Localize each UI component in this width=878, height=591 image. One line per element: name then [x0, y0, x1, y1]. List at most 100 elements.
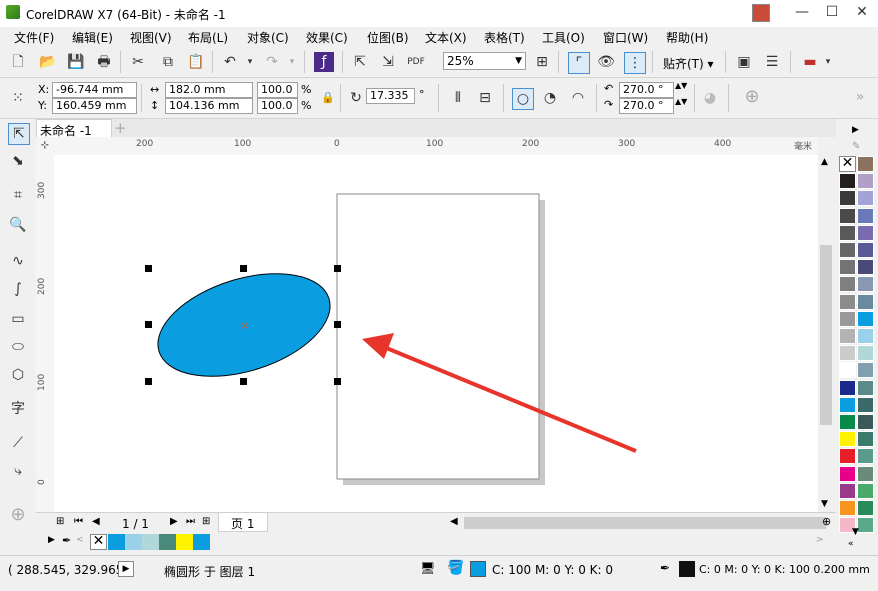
more-options-icon[interactable]: »: [850, 87, 870, 107]
direction-toggle-icon[interactable]: ◕: [700, 88, 720, 108]
menu-bitmaps[interactable]: 位图(B): [367, 29, 409, 46]
rotation-field[interactable]: 17.335: [366, 88, 415, 104]
new-document-icon[interactable]: 🗋: [8, 52, 28, 72]
show-rulers-icon[interactable]: 👁: [596, 52, 616, 72]
welcome-screen-icon[interactable]: ▣: [734, 52, 754, 72]
scroll-down-icon[interactable]: ▼: [821, 499, 828, 509]
palette-swatch[interactable]: [857, 224, 874, 241]
palette-swatch[interactable]: [857, 190, 874, 207]
search-content-icon[interactable]: ƒ: [314, 52, 334, 72]
document-tab[interactable]: 未命名 -1: [36, 119, 112, 138]
doc-palette-scroll-icon[interactable]: ▶: [48, 535, 55, 545]
palette-swatch[interactable]: [857, 276, 874, 293]
launcher-dropdown-icon[interactable]: ▾: [818, 52, 838, 72]
polygon-tool-icon[interactable]: ⬡: [8, 365, 28, 385]
connector-tool-icon[interactable]: ⤷: [8, 461, 28, 481]
menu-file[interactable]: 文件(F): [14, 29, 54, 46]
close-button[interactable]: ✕: [848, 0, 876, 25]
palette-swatch[interactable]: [857, 431, 874, 448]
zoom-to-page-icon[interactable]: ⊕: [822, 515, 831, 528]
zoom-options-icon[interactable]: ⊞: [532, 52, 552, 72]
palette-swatch[interactable]: [857, 259, 874, 276]
palette-expand-icon[interactable]: «: [848, 539, 854, 549]
options-icon[interactable]: ☰: [762, 52, 782, 72]
first-page-icon[interactable]: ⏮: [74, 516, 83, 527]
object-origin-icon[interactable]: ⁙: [8, 88, 28, 108]
last-page-icon[interactable]: ⏭: [186, 516, 195, 527]
eyedropper-icon[interactable]: ✎: [852, 141, 860, 152]
minimize-button[interactable]: —: [788, 0, 816, 25]
palette-swatch[interactable]: [839, 173, 856, 190]
add-document-icon[interactable]: +: [114, 119, 127, 137]
publish-pdf-icon[interactable]: PDF: [406, 52, 426, 72]
end-angle-spinner[interactable]: ▲▼: [675, 97, 687, 106]
show-grid-icon[interactable]: ⋮: [624, 52, 646, 74]
pie-mode-icon[interactable]: ◔: [540, 88, 560, 108]
ruler-corner[interactable]: ⊹: [36, 137, 54, 155]
status-expand-icon[interactable]: ▶: [118, 561, 134, 577]
end-angle-field[interactable]: 270.0 °: [619, 98, 674, 114]
palette-swatch[interactable]: [839, 448, 856, 465]
palette-swatch[interactable]: [839, 207, 856, 224]
palette-swatch[interactable]: [839, 310, 856, 327]
text-tool-icon[interactable]: 字: [8, 399, 28, 419]
doc-palette-swatch[interactable]: [108, 534, 125, 550]
width-field[interactable]: 182.0 mm: [165, 82, 253, 98]
palette-swatch[interactable]: [857, 328, 874, 344]
palette-swatch[interactable]: [857, 448, 874, 465]
palette-swatch[interactable]: [839, 431, 856, 448]
crop-tool-icon[interactable]: ⌗: [8, 185, 28, 205]
ellipse-mode-icon[interactable]: ○: [512, 88, 534, 110]
doc-palette-left-icon[interactable]: <: [76, 535, 84, 545]
palette-swatch[interactable]: [839, 379, 856, 396]
freehand-tool-icon[interactable]: ∿: [8, 251, 28, 271]
ellipse-tool-icon[interactable]: ⬭: [8, 337, 28, 357]
rectangle-tool-icon[interactable]: ▭: [8, 309, 28, 329]
menu-layout[interactable]: 布局(L): [188, 29, 228, 46]
pick-tool-icon[interactable]: ⇱: [8, 123, 30, 145]
palette-swatch[interactable]: [839, 276, 856, 293]
palette-swatch[interactable]: [857, 500, 874, 516]
palette-swatch[interactable]: [857, 207, 874, 224]
y-position-field[interactable]: 160.459 mm: [52, 98, 137, 114]
doc-palette-swatch[interactable]: [193, 534, 210, 550]
open-icon[interactable]: 📂: [38, 52, 58, 72]
maximize-button[interactable]: ☐: [818, 0, 846, 25]
start-angle-spinner[interactable]: ▲▼: [675, 81, 687, 90]
redo-icon[interactable]: ↷: [262, 52, 282, 72]
palette-swatch[interactable]: [857, 345, 874, 362]
page-tab[interactable]: 页 1: [218, 513, 268, 532]
outline-color-swatch[interactable]: [679, 561, 695, 577]
palette-swatch[interactable]: [839, 345, 856, 362]
drawing-canvas[interactable]: ×: [54, 155, 818, 512]
palette-swatch[interactable]: [839, 293, 856, 310]
palette-swatch[interactable]: [839, 242, 856, 258]
mirror-vertical-icon[interactable]: ⊟: [475, 88, 495, 108]
doc-palette-swatch[interactable]: [142, 534, 159, 550]
palette-swatch[interactable]: [839, 224, 856, 241]
vertical-scroll-thumb[interactable]: [820, 245, 832, 425]
snap-to-dropdown[interactable]: 贴齐(T) ▾: [663, 55, 714, 72]
vertical-scrollbar[interactable]: ▲ ▼: [818, 155, 834, 512]
doc-palette-swatch[interactable]: [159, 534, 176, 550]
lock-ratio-icon[interactable]: 🔒: [318, 88, 338, 108]
menu-text[interactable]: 文本(X): [425, 29, 467, 46]
horizontal-scroll-thumb[interactable]: [464, 517, 826, 529]
palette-swatch[interactable]: [839, 396, 856, 413]
import-icon[interactable]: ⇱: [350, 52, 370, 72]
x-position-field[interactable]: -96.744 mm: [52, 82, 137, 98]
start-angle-field[interactable]: 270.0 °: [619, 82, 674, 98]
palette-swatch[interactable]: [857, 379, 874, 396]
palette-swatch[interactable]: [857, 242, 874, 258]
mirror-horizontal-icon[interactable]: ⫴: [448, 88, 468, 108]
doc-palette-eyedropper-icon[interactable]: ✒: [62, 534, 71, 547]
palette-swatch[interactable]: [857, 482, 874, 499]
next-page-icon[interactable]: ▶: [170, 516, 178, 527]
artistic-media-icon[interactable]: ∫: [8, 279, 28, 299]
palette-swatch[interactable]: [857, 465, 874, 482]
palette-swatch[interactable]: [857, 396, 874, 413]
prev-page-icon[interactable]: ◀: [92, 516, 100, 527]
zoom-tool-icon[interactable]: 🔍: [8, 215, 28, 235]
redo-dropdown-icon[interactable]: ▾: [282, 52, 302, 72]
scroll-up-icon[interactable]: ▲: [821, 157, 828, 167]
